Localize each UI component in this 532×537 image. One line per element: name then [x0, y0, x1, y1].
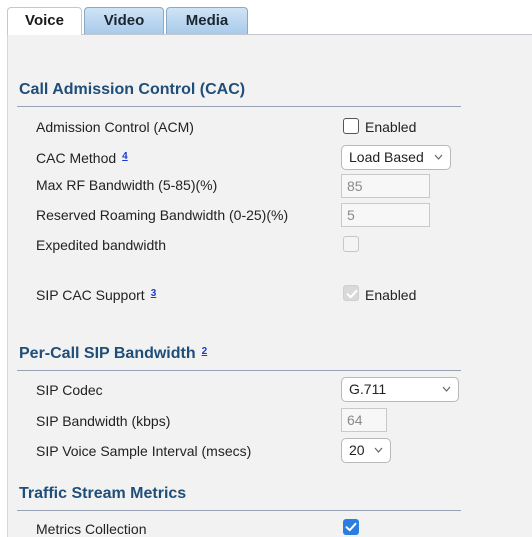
- expedited-bandwidth-checkbox[interactable]: [343, 236, 359, 252]
- expedited-bandwidth-label: Expedited bandwidth: [36, 237, 166, 253]
- sip-codec-select[interactable]: G.711: [341, 377, 459, 402]
- per-call-sip-section-title: Per-Call SIP Bandwidth 2: [19, 345, 207, 363]
- metrics-collection-checkbox[interactable]: [343, 519, 359, 535]
- chevron-down-icon: [374, 439, 383, 471]
- admission-control-enabled-label: Enabled: [365, 119, 417, 135]
- cac-method-label-text: CAC Method: [36, 150, 117, 166]
- tab-media[interactable]: Media: [166, 7, 248, 34]
- checkmark-icon: [346, 289, 358, 299]
- tab-video[interactable]: Video: [84, 7, 164, 34]
- cac-section-divider: [17, 106, 461, 107]
- sip-cac-footnote-link[interactable]: 3: [151, 288, 157, 299]
- per-call-section-divider: [17, 370, 461, 371]
- checkmark-icon: [345, 522, 357, 532]
- cac-method-select-value: Load Based: [349, 149, 424, 165]
- chevron-down-icon: [434, 146, 443, 178]
- sip-sample-interval-label: SIP Voice Sample Interval (msecs): [36, 443, 252, 459]
- sip-bandwidth-label: SIP Bandwidth (kbps): [36, 413, 171, 429]
- tsm-section-divider: [17, 510, 461, 511]
- sip-cac-support-label-text: SIP CAC Support: [36, 287, 145, 303]
- admission-control-checkbox[interactable]: [343, 118, 359, 134]
- per-call-footnote-link[interactable]: 2: [202, 346, 208, 357]
- sip-sample-interval-value: 20: [349, 442, 365, 458]
- reserved-roaming-bandwidth-input[interactable]: 5: [341, 203, 430, 227]
- tab-bar: Voice Video Media: [0, 0, 532, 35]
- chevron-down-icon: [442, 378, 451, 410]
- sip-cac-support-label: SIP CAC Support 3: [36, 287, 156, 303]
- tsm-section-title: Traffic Stream Metrics: [19, 485, 187, 502]
- admission-control-label: Admission Control (ACM): [36, 119, 194, 135]
- tab-voice[interactable]: Voice: [7, 7, 82, 35]
- cac-method-select[interactable]: Load Based: [341, 145, 451, 170]
- sip-cac-support-checkbox[interactable]: [343, 285, 359, 301]
- cac-method-label: CAC Method 4: [36, 150, 128, 166]
- cac-method-footnote-link[interactable]: 4: [122, 151, 128, 162]
- max-rf-bandwidth-input[interactable]: 85: [341, 174, 430, 198]
- voice-settings-panel: [7, 34, 532, 537]
- max-rf-bandwidth-label: Max RF Bandwidth (5-85)(%): [36, 177, 218, 193]
- cac-section-title: Call Admission Control (CAC): [19, 81, 246, 98]
- metrics-collection-label: Metrics Collection: [36, 521, 147, 537]
- sip-bandwidth-input[interactable]: 64: [341, 408, 387, 432]
- sip-cac-support-enabled-label: Enabled: [365, 287, 417, 303]
- sip-codec-select-value: G.711: [349, 381, 387, 397]
- reserved-roaming-bandwidth-label: Reserved Roaming Bandwidth (0-25)(%): [36, 207, 289, 223]
- sip-codec-label: SIP Codec: [36, 382, 103, 398]
- per-call-sip-title-text: Per-Call SIP Bandwidth: [19, 345, 196, 362]
- sip-sample-interval-select[interactable]: 20: [341, 438, 391, 463]
